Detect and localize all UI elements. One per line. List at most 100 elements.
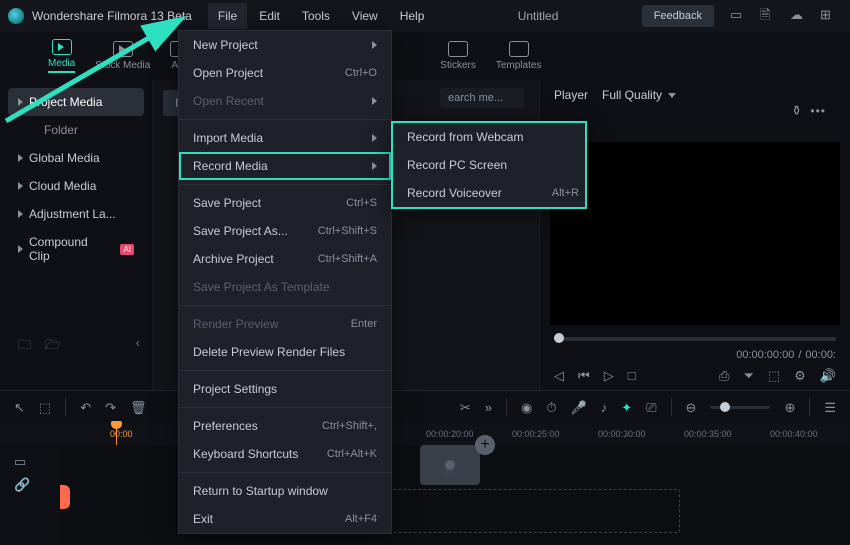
save-icon[interactable]: 🗎 xyxy=(760,8,776,24)
tab-templates[interactable]: Templates xyxy=(496,41,542,71)
track-link-icon[interactable]: 🔗 xyxy=(14,478,46,491)
stickers-icon xyxy=(448,41,468,57)
media-icon xyxy=(52,39,72,55)
more-tools-icon[interactable]: » xyxy=(485,401,492,414)
pointer-tool-icon[interactable]: ↖ xyxy=(14,401,25,414)
tab-stickers[interactable]: Stickers xyxy=(440,41,476,71)
menu-archive-project[interactable]: Archive ProjectCtrl+Shift+A xyxy=(179,245,391,273)
sidebar-item-adjustment-layer[interactable]: Adjustment La... xyxy=(8,200,144,228)
menu-file[interactable]: File xyxy=(208,3,247,29)
divider xyxy=(506,398,507,416)
step-back-icon[interactable]: ⏮ xyxy=(578,369,590,382)
mixer-icon[interactable]: ⎚ xyxy=(646,401,656,414)
sidebar-item-compound-clip[interactable]: Compound ClipAI xyxy=(8,228,144,270)
mic-icon[interactable]: 🎤 xyxy=(571,401,587,414)
menu-project-settings[interactable]: Project Settings xyxy=(179,375,391,403)
split-icon[interactable]: ✂ xyxy=(460,401,471,414)
snapshot-icon[interactable]: ⎙ xyxy=(719,369,729,382)
chevron-right-icon xyxy=(18,245,23,253)
separator xyxy=(179,370,391,371)
sidebar-item-global-media[interactable]: Global Media xyxy=(8,144,144,172)
search-input[interactable]: earch me... xyxy=(440,88,524,108)
menu-preferences[interactable]: PreferencesCtrl+Shift+, xyxy=(179,412,391,440)
menu-new-project[interactable]: New Project xyxy=(179,31,391,59)
timecode: 00:00:40:00 xyxy=(770,429,850,439)
separator xyxy=(179,184,391,185)
new-folder-icon[interactable]: 🗀 xyxy=(18,338,31,351)
templates-icon xyxy=(509,41,529,57)
play-icon[interactable]: ▷ xyxy=(604,369,614,382)
menu-help[interactable]: Help xyxy=(390,3,435,29)
ai-tool-icon[interactable]: ✦ xyxy=(621,401,632,414)
menu-record-media[interactable]: Record Media xyxy=(179,152,391,180)
tab-stock-media[interactable]: Stock Media xyxy=(95,41,150,71)
player-quality-select[interactable]: Full Quality xyxy=(602,88,676,102)
track-video-icon[interactable]: ▭ xyxy=(14,455,46,468)
zoom-slider[interactable] xyxy=(710,406,770,409)
redo-icon[interactable]: ↷ xyxy=(105,401,116,414)
volume-icon[interactable]: 🔊 xyxy=(820,369,836,382)
apps-icon[interactable]: ⊞ xyxy=(820,8,836,24)
menu-edit[interactable]: Edit xyxy=(249,3,290,29)
undo-icon[interactable]: ↶ xyxy=(80,401,91,414)
menu-return-startup[interactable]: Return to Startup window xyxy=(179,477,391,505)
color-icon[interactable]: ◉ xyxy=(521,401,532,414)
sidebar-item-project-media[interactable]: Project Media xyxy=(8,88,144,116)
settings-icon[interactable]: ⚙ xyxy=(794,369,806,382)
menu-record-webcam[interactable]: Record from Webcam xyxy=(393,123,593,151)
monitor-icon[interactable]: ▭ xyxy=(730,8,746,24)
select-tool-icon[interactable]: ⬚ xyxy=(39,401,51,414)
zoom-out-icon[interactable]: ⊖ xyxy=(686,401,697,414)
menu-exit[interactable]: ExitAlt+F4 xyxy=(179,505,391,533)
scrubber-handle[interactable] xyxy=(554,333,564,343)
media-placeholder-icon[interactable] xyxy=(420,445,480,485)
more-icon[interactable]: ••• xyxy=(810,104,826,118)
feedback-button[interactable]: Feedback xyxy=(642,5,714,27)
cloud-icon[interactable]: ☁ xyxy=(790,8,806,24)
prev-page-icon[interactable]: ‹ xyxy=(136,336,140,349)
stop-icon[interactable]: □ xyxy=(628,369,636,382)
ai-badge: AI xyxy=(120,244,134,255)
tab-media[interactable]: Media xyxy=(48,39,75,73)
marker-icon[interactable]: ⏷ xyxy=(743,369,753,382)
player-viewport[interactable] xyxy=(550,142,840,325)
crop-icon[interactable]: ⬚ xyxy=(768,369,780,382)
add-clip-button[interactable]: + xyxy=(475,435,495,455)
prev-frame-icon[interactable]: ◁ xyxy=(554,369,564,382)
speed-icon[interactable]: ⏱ xyxy=(546,401,556,414)
chevron-right-icon xyxy=(18,210,23,218)
submenu-arrow-icon xyxy=(372,162,377,170)
delete-icon[interactable]: 🗑 xyxy=(130,401,147,414)
menu-delete-render-files[interactable]: Delete Preview Render Files xyxy=(179,338,391,366)
menu-open-project[interactable]: Open ProjectCtrl+O xyxy=(179,59,391,87)
zoom-in-icon[interactable]: ⊕ xyxy=(784,401,795,414)
duration-time: 00:00: xyxy=(805,349,836,361)
folder-icon[interactable]: 🗁 xyxy=(45,338,61,351)
menu-record-screen[interactable]: Record PC Screen xyxy=(393,151,593,179)
drag-handle[interactable] xyxy=(60,485,70,509)
chevron-right-icon xyxy=(18,154,23,162)
music-icon[interactable]: ♪ xyxy=(601,401,608,414)
player-label: Player xyxy=(554,88,588,102)
menu-save-project[interactable]: Save ProjectCtrl+S xyxy=(179,189,391,217)
zoom-handle[interactable] xyxy=(720,402,730,412)
menu-save-project-as[interactable]: Save Project As...Ctrl+Shift+S xyxy=(179,217,391,245)
menu-view[interactable]: View xyxy=(342,3,388,29)
player-scrubber[interactable] xyxy=(554,337,836,341)
list-view-icon[interactable]: ☰ xyxy=(824,401,836,414)
timecode: 00:00:35:00 xyxy=(684,429,770,439)
menu-record-voiceover[interactable]: Record VoiceoverAlt+R xyxy=(393,179,593,207)
sidebar-item-cloud-media[interactable]: Cloud Media xyxy=(8,172,144,200)
separator xyxy=(179,119,391,120)
chevron-down-icon xyxy=(668,93,676,98)
filter-icon[interactable]: ⚱ xyxy=(791,104,802,117)
current-time: 00:00:00:00 xyxy=(736,349,794,361)
submenu-arrow-icon xyxy=(372,41,377,49)
sidebar-item-folder[interactable]: Folder xyxy=(8,116,144,144)
menu-tools[interactable]: Tools xyxy=(292,3,340,29)
menu-keyboard-shortcuts[interactable]: Keyboard ShortcutsCtrl+Alt+K xyxy=(179,440,391,468)
record-media-submenu: Record from Webcam Record PC Screen Reco… xyxy=(392,122,586,208)
document-title: Untitled xyxy=(436,9,639,23)
separator xyxy=(179,472,391,473)
menu-import-media[interactable]: Import Media xyxy=(179,124,391,152)
